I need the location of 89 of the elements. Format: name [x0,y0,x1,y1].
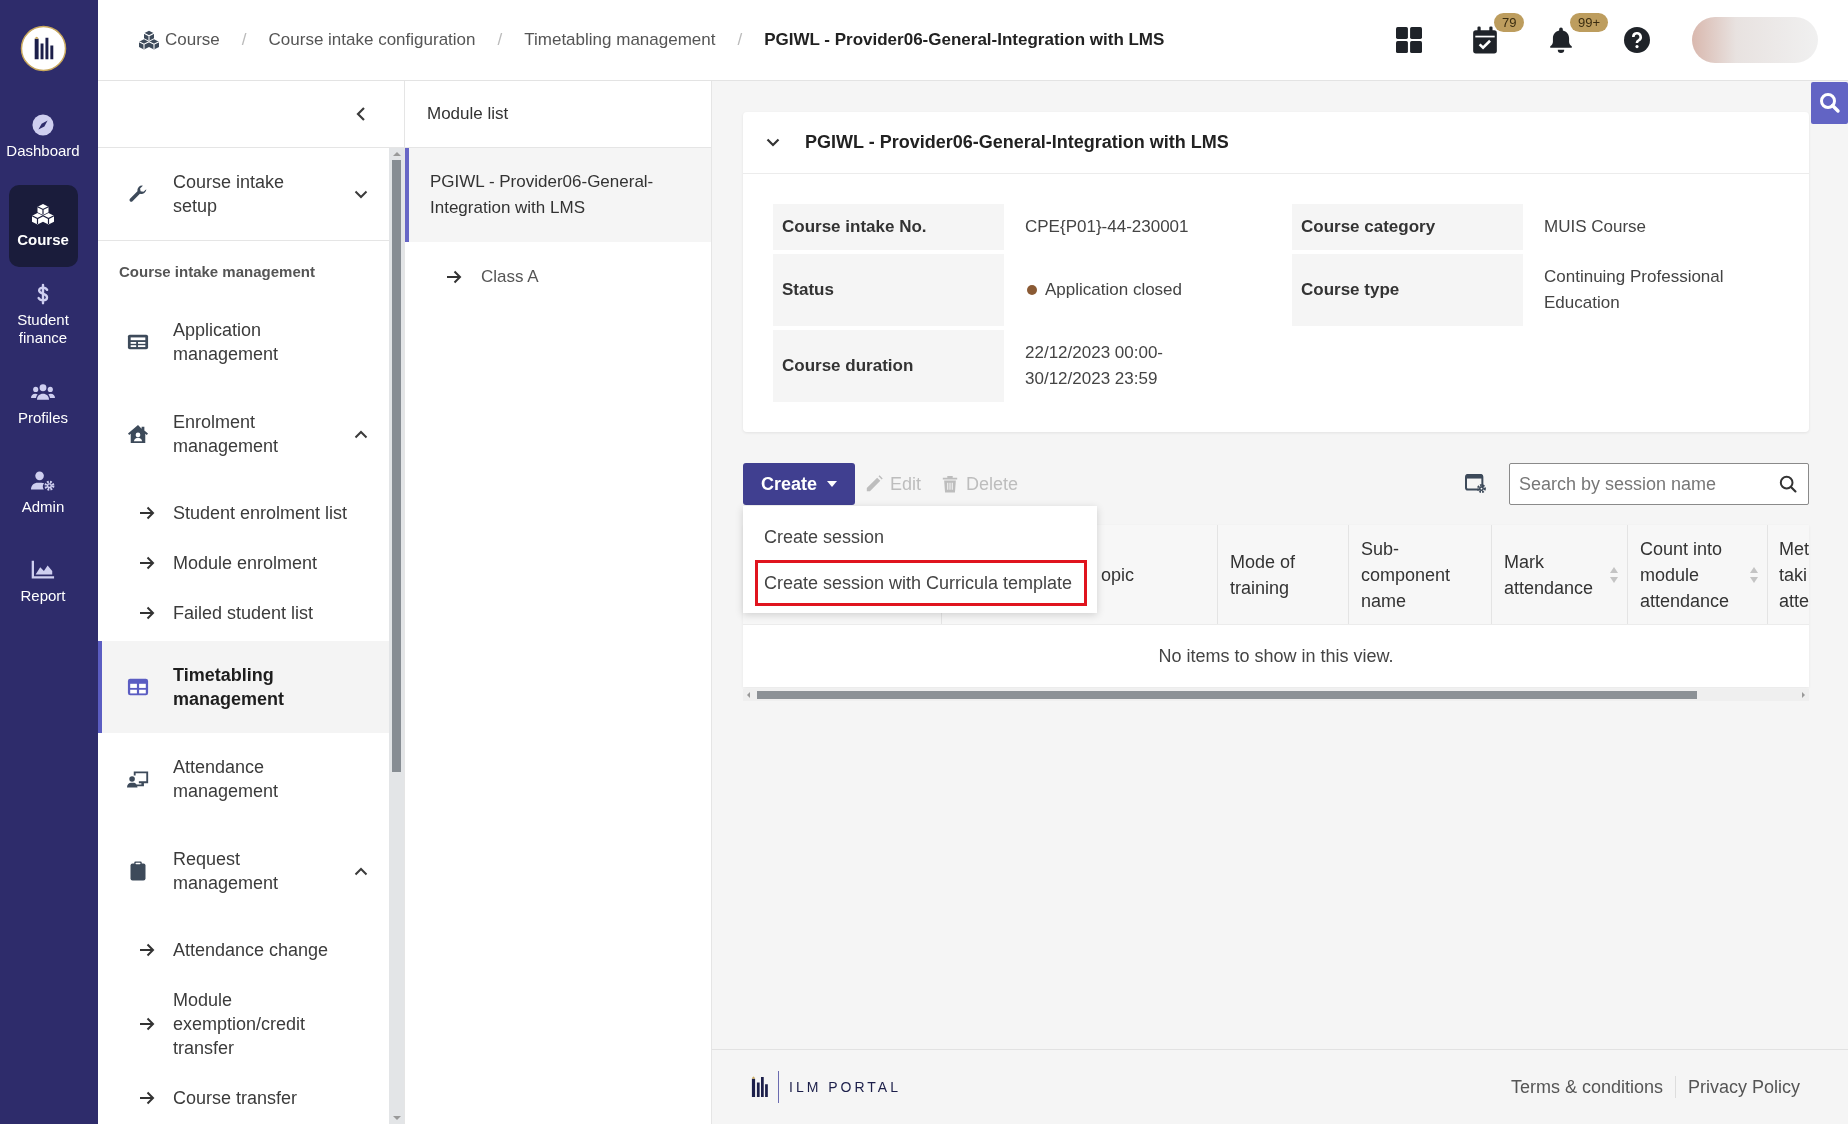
field-value: MUIS Course [1544,216,1647,238]
field-label: Course duration [773,330,1004,402]
newspaper-icon [127,332,149,352]
menu-item[interactable]: Create session with Curricula template [755,560,1087,606]
submenu-item[interactable]: Failed student list [98,588,389,638]
field-value: CPE{P01}-44-230001 [1025,216,1189,238]
area-chart-icon [31,559,55,581]
nav-item[interactable]: Report [8,541,78,623]
breadcrumb-separator: / [497,30,503,50]
arrow-right-icon [139,943,155,957]
submenu-item[interactable]: Module exemption/credit transfer [98,975,389,1073]
cubes-icon [31,203,55,225]
chevron-up-icon[interactable] [354,866,368,876]
menu-item[interactable]: Attendance management [98,733,389,825]
count-badge: 79 [1494,13,1525,32]
module-item[interactable]: PGIWL - Provider06-General-Integration with LMS [405,148,711,242]
arrow-right-icon [139,606,155,620]
arrow-right-icon [139,1017,155,1031]
field-label: Status [773,254,1004,326]
arrow-right-icon [139,506,155,520]
menu-item[interactable]: Request management [98,825,389,917]
column-settings-icon[interactable] [1465,474,1487,494]
nav-item[interactable]: Dashboard [8,96,78,178]
wrench-icon [127,184,149,204]
section-heading: Course intake management [118,262,316,282]
column-header: Count into module attendance [1640,537,1731,613]
nav-item[interactable]: Student finance [8,274,78,356]
breadcrumb-link[interactable]: Timetabling management [524,30,716,50]
chevron-down-icon[interactable] [354,189,368,199]
field-label: Course category [1292,204,1523,250]
breadcrumb-current: PGIWL - Provider06-General-Integration with LMS [764,30,1165,50]
column-header: Mode of training [1230,550,1297,600]
pencil-icon [865,475,884,493]
submenu-item[interactable]: Course transfer [98,1073,389,1123]
arrow-right-icon [139,1091,155,1105]
nav-item[interactable]: Course [8,185,78,267]
footer-link[interactable]: Privacy Policy [1687,1076,1800,1098]
brand-name: ILM PORTAL [789,1079,901,1095]
column-header: Mark attendance [1504,550,1595,600]
field-value: Application closed [1045,279,1183,301]
trash-icon [941,475,960,493]
chevron-left-icon[interactable] [356,106,366,122]
arrow-right-icon [446,270,462,284]
breadcrumb-separator: / [737,30,743,50]
search-field[interactable]: Search by session name [1509,463,1809,505]
count-badge: 99+ [1570,13,1609,32]
chevron-up-icon[interactable] [354,429,368,439]
vertical-scrollbar[interactable] [389,148,404,1124]
help-icon[interactable] [1624,26,1650,54]
users-icon [31,381,55,403]
arrow-right-icon [139,556,155,570]
create-button[interactable]: Create [743,463,856,505]
bell-icon[interactable] [1548,26,1574,54]
chevron-down-icon[interactable] [766,138,780,147]
house-user-icon [127,424,149,444]
nav-item[interactable]: Profiles [8,363,78,445]
nav-item[interactable]: Admin [8,452,78,534]
breadcrumb-link[interactable]: Course [165,30,220,50]
column-header: Met taki atte [1779,537,1809,613]
apps-grid-icon[interactable] [1396,26,1422,54]
menu-item[interactable]: Application management [98,296,389,388]
chalkboard-user-icon [127,769,149,789]
field-label: Course type [1292,254,1523,326]
menu-item[interactable]: Create session [755,514,1087,560]
horizontal-scrollbar[interactable] [743,689,1809,701]
menu-item[interactable]: Enrolment management [98,388,389,480]
field-label: Course intake No. [773,204,1004,250]
footer-link[interactable]: Terms & conditions [1510,1076,1663,1098]
search-icon[interactable] [1779,475,1797,493]
breadcrumb-separator: / [241,30,247,50]
table-icon [127,677,149,697]
submenu-item[interactable]: Module enrolment [98,538,389,588]
caret-down-icon [827,481,838,487]
logo-icon[interactable] [19,24,67,72]
submenu-item[interactable]: Student enrolment list [98,488,389,538]
field-value: Continuing Professional Education [1544,266,1725,314]
field-value: 22/12/2023 00:00- 30/12/2023 23:59 [1025,342,1163,390]
card-title: PGIWL - Provider06-General-Integration with LMS [805,132,1229,153]
class-item[interactable]: Class A [405,242,711,312]
column-header: opic [1101,563,1135,587]
empty-message: No items to show in this view. [1158,645,1394,667]
column-header: Sub-component name [1361,537,1452,613]
menu-item[interactable]: Timetabling management [98,641,389,733]
submenu-item[interactable]: Attendance change [98,925,389,975]
cubes-icon [138,30,160,50]
user-gear-icon [31,470,55,492]
compass-icon [31,114,55,136]
breadcrumb-link[interactable]: Course intake configuration [268,30,476,50]
calendar-check-icon[interactable] [1472,26,1498,54]
